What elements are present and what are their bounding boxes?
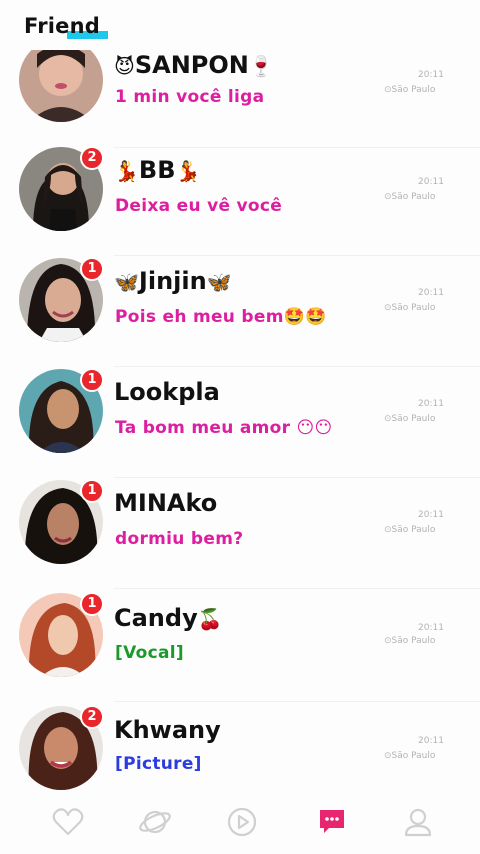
last-message: 1 min você liga xyxy=(115,87,265,107)
timestamp: 20:11 xyxy=(418,399,444,409)
profile-icon xyxy=(401,805,435,843)
timestamp: 20:11 xyxy=(418,70,444,80)
location-pin-icon: ⊙ xyxy=(384,303,392,313)
unread-badge: 2 xyxy=(80,705,104,729)
location-pin-icon: ⊙ xyxy=(384,85,392,95)
chat-icon xyxy=(316,806,348,842)
location-label: ⊙São Paulo xyxy=(384,192,436,202)
bottom-tab-bar xyxy=(0,800,480,854)
tab-explore[interactable] xyxy=(135,804,175,844)
last-message: Pois eh meu bem🤩🤩 xyxy=(115,307,327,327)
row-divider xyxy=(114,477,480,478)
chat-list: 😈SANPON🍷 1 min você liga 20:11 ⊙São Paul… xyxy=(0,0,480,800)
tab-messages[interactable] xyxy=(312,804,352,844)
location-label: ⊙São Paulo xyxy=(384,525,436,535)
location-label: ⊙São Paulo xyxy=(384,751,436,761)
last-message: [Picture] xyxy=(115,754,202,774)
contact-name: MINAko xyxy=(114,489,218,517)
play-icon xyxy=(225,805,259,843)
last-message: Deixa eu vê você xyxy=(115,196,283,216)
location-label: ⊙São Paulo xyxy=(384,636,436,646)
contact-name: Candy🍒 xyxy=(114,604,223,632)
location-pin-icon: ⊙ xyxy=(384,192,392,202)
contact-name: 🦋Jinjin🦋 xyxy=(114,267,232,295)
contact-name: 😈SANPON🍷 xyxy=(114,51,274,79)
chat-row-candy[interactable]: 1 Candy🍒 [Vocal] 20:11 ⊙São Paulo xyxy=(0,592,480,705)
timestamp: 20:11 xyxy=(418,510,444,520)
heart-icon xyxy=(51,805,85,843)
unread-badge: 1 xyxy=(80,479,104,503)
row-divider xyxy=(114,366,480,367)
last-message: Ta bom meu amor 😶😶 xyxy=(115,418,333,438)
location-pin-icon: ⊙ xyxy=(384,414,392,424)
app-header: Friend xyxy=(0,0,480,50)
unread-badge: 1 xyxy=(80,592,104,616)
last-message: dormiu bem? xyxy=(115,529,244,549)
chat-row-sanpon[interactable]: 😈SANPON🍷 1 min você liga 20:11 ⊙São Paul… xyxy=(0,38,480,154)
unread-badge: 1 xyxy=(80,368,104,392)
page-title: Friend xyxy=(24,14,100,38)
chat-row-minako[interactable]: 1 MINAko dormiu bem? 20:11 ⊙São Paulo xyxy=(0,479,480,592)
location-label: ⊙São Paulo xyxy=(384,414,436,424)
chat-row-jinjin[interactable]: 1 🦋Jinjin🦋 Pois eh meu bem🤩🤩 20:11 ⊙São … xyxy=(0,257,480,370)
contact-name: Lookpla xyxy=(114,378,220,406)
tab-videos[interactable] xyxy=(222,804,262,844)
chat-row-bb[interactable]: 2 💃BB💃 Deixa eu vê você 20:11 ⊙São Paulo xyxy=(0,146,480,259)
location-pin-icon: ⊙ xyxy=(384,751,392,761)
contact-name: Khwany xyxy=(114,716,221,744)
tab-favorites[interactable] xyxy=(48,804,88,844)
contact-name: 💃BB💃 xyxy=(114,156,201,184)
timestamp: 20:11 xyxy=(418,736,444,746)
planet-icon xyxy=(137,804,173,844)
chat-row-khwany[interactable]: 2 Khwany [Picture] 20:11 ⊙São Paulo xyxy=(0,705,480,800)
location-label: ⊙São Paulo xyxy=(384,303,436,313)
row-divider xyxy=(114,701,480,702)
unread-badge: 2 xyxy=(80,146,104,170)
row-divider xyxy=(114,255,480,256)
chat-row-lookpla[interactable]: 1 Lookpla Ta bom meu amor 😶😶 20:11 ⊙São … xyxy=(0,368,480,481)
location-pin-icon: ⊙ xyxy=(384,636,392,646)
last-message: [Vocal] xyxy=(115,643,184,663)
timestamp: 20:11 xyxy=(418,623,444,633)
avatar xyxy=(19,38,103,122)
row-divider xyxy=(114,588,480,589)
location-label: ⊙São Paulo xyxy=(384,85,436,95)
location-pin-icon: ⊙ xyxy=(384,525,392,535)
timestamp: 20:11 xyxy=(418,288,444,298)
unread-badge: 1 xyxy=(80,257,104,281)
timestamp: 20:11 xyxy=(418,177,444,187)
tab-profile[interactable] xyxy=(398,804,438,844)
